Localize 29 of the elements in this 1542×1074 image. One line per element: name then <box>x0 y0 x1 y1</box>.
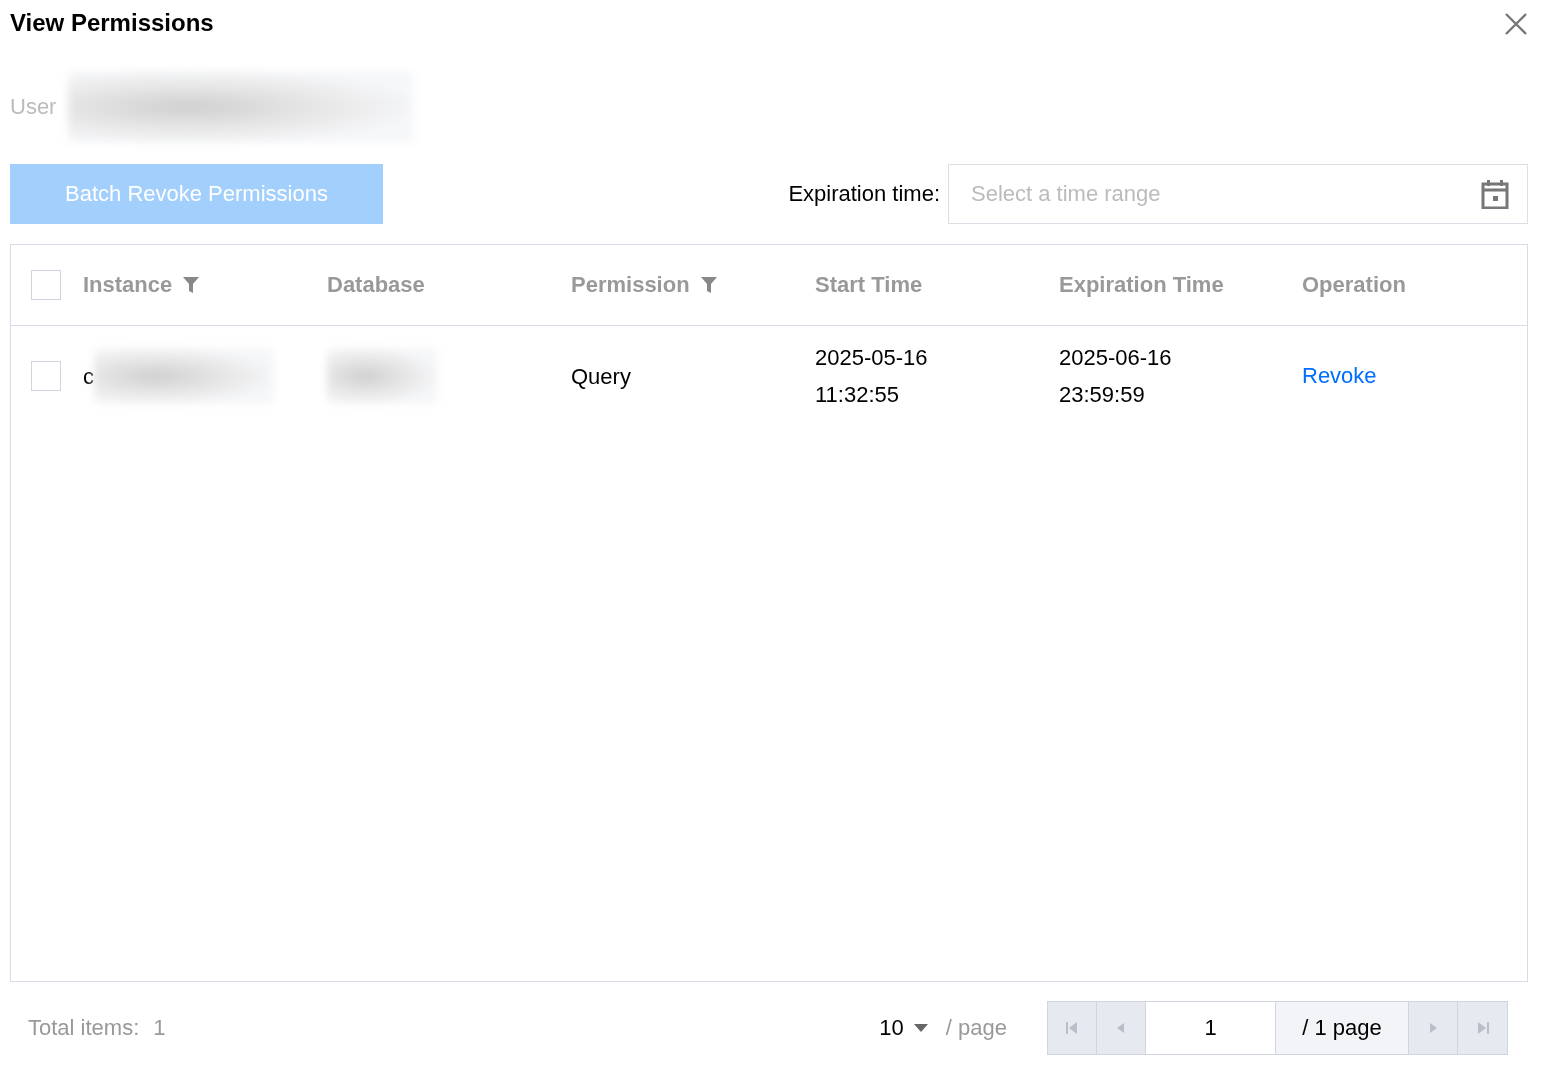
table-cell-text: 2025-05-16 11:32:55 <box>815 344 929 409</box>
row-checkbox[interactable] <box>31 361 61 391</box>
calendar-icon <box>1481 179 1509 209</box>
total-items-label: Total items: <box>28 1015 140 1041</box>
close-icon[interactable] <box>1504 12 1528 36</box>
page-size-select[interactable]: 10 <box>879 1015 928 1041</box>
dialog-title: View Permissions <box>10 8 214 38</box>
column-header: Start Time <box>815 272 923 298</box>
table-cell-text: c <box>83 362 94 391</box>
user-label: User <box>10 94 58 120</box>
column-header: Instance <box>83 272 173 298</box>
page-number-input[interactable]: 1 <box>1146 1014 1275 1042</box>
column-header: Operation <box>1302 272 1406 298</box>
select-all-checkbox[interactable] <box>31 270 61 300</box>
caret-icon <box>913 1024 928 1032</box>
filter-icon[interactable] <box>699 276 718 294</box>
column-header: Database <box>327 272 425 298</box>
column-header: Permission <box>571 272 690 298</box>
table-cell-text: Query <box>571 362 632 391</box>
page-size-unit: / page <box>945 1015 1007 1041</box>
revoke-link[interactable]: Revoke <box>1302 363 1377 388</box>
time-range-field[interactable]: Select a time range <box>948 164 1528 224</box>
column-header: Expiration Time <box>1059 272 1224 298</box>
total-items-count: 1 <box>153 1015 166 1041</box>
first-page-icon <box>1064 1020 1080 1036</box>
filter-icon[interactable] <box>182 276 201 294</box>
table-cell-text: 2025-06-16 23:59:59 <box>1059 344 1173 409</box>
expiration-filter-label: Expiration time: <box>788 181 940 207</box>
page-count: / 1 page <box>1276 1002 1409 1054</box>
